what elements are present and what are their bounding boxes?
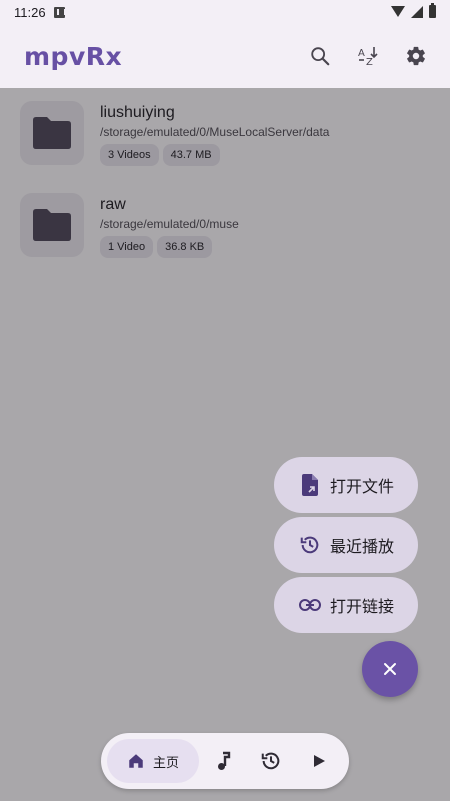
settings-icon: [407, 46, 425, 66]
folder-icon: [33, 209, 71, 241]
folder-item[interactable]: raw /storage/emulated/0/muse 1 Video 36.…: [20, 193, 440, 273]
search-button[interactable]: [296, 32, 344, 80]
folder-path: /storage/emulated/0/MuseLocalServer/data: [100, 125, 330, 139]
folder-item[interactable]: liushuiying /storage/emulated/0/MuseLoca…: [20, 101, 440, 181]
recent-play-label: 最近播放: [330, 539, 395, 556]
svg-text:Z: Z: [366, 57, 373, 68]
link-icon: [298, 593, 322, 617]
status-icons: [391, 3, 436, 18]
app-title: mpvRx: [24, 41, 123, 71]
recent-play-menu-item[interactable]: 最近播放: [274, 517, 418, 573]
notification-a-icon: [53, 6, 66, 18]
app-bar-actions: A Z: [296, 32, 440, 80]
open-link-label: 打开链接: [330, 599, 395, 616]
folder-name: raw: [100, 196, 126, 213]
status-bar: 11:26: [0, 0, 450, 24]
open-link-menu-item[interactable]: 打开链接: [274, 577, 418, 633]
nav-play-tab[interactable]: [295, 739, 343, 783]
battery-icon: [429, 3, 436, 18]
video-count-chip: 3 Videos: [100, 144, 159, 166]
history-icon: [261, 752, 280, 770]
svg-text:A: A: [358, 48, 365, 59]
search-icon: [311, 47, 330, 66]
music-note-icon: [218, 751, 231, 770]
nav-music-tab[interactable]: [199, 739, 247, 783]
bottom-navigation: 主页: [101, 733, 349, 789]
open-file-menu-item[interactable]: 打开文件: [274, 457, 418, 513]
sort-az-icon: A Z: [358, 47, 378, 68]
play-icon: [314, 755, 325, 767]
home-icon: [129, 754, 143, 768]
cell-signal-icon: [411, 5, 423, 18]
settings-button[interactable]: [392, 32, 440, 80]
folder-path: /storage/emulated/0/muse: [100, 217, 239, 231]
status-time: 11:26: [14, 4, 46, 20]
open-file-icon: [298, 473, 322, 497]
open-file-label: 打开文件: [330, 479, 395, 496]
folder-name: liushuiying: [100, 104, 175, 121]
wifi-icon: [391, 6, 405, 17]
folder-icon: [33, 117, 71, 149]
nav-history-tab[interactable]: [247, 739, 295, 783]
sort-button[interactable]: A Z: [344, 32, 392, 80]
folder-size-chip: 43.7 MB: [162, 144, 220, 166]
folder-thumbnail: [20, 193, 84, 257]
folder-thumbnail: [20, 101, 84, 165]
close-icon: [384, 663, 396, 675]
close-fab-button[interactable]: [362, 641, 418, 697]
folder-size-chip: 36.8 KB: [157, 236, 213, 258]
history-icon: [298, 533, 322, 557]
nav-home-tab[interactable]: 主页: [107, 739, 199, 783]
nav-home-label: 主页: [152, 754, 179, 770]
video-count-chip: 1 Video: [100, 236, 154, 258]
app-bar: mpvRx A Z: [0, 24, 450, 88]
